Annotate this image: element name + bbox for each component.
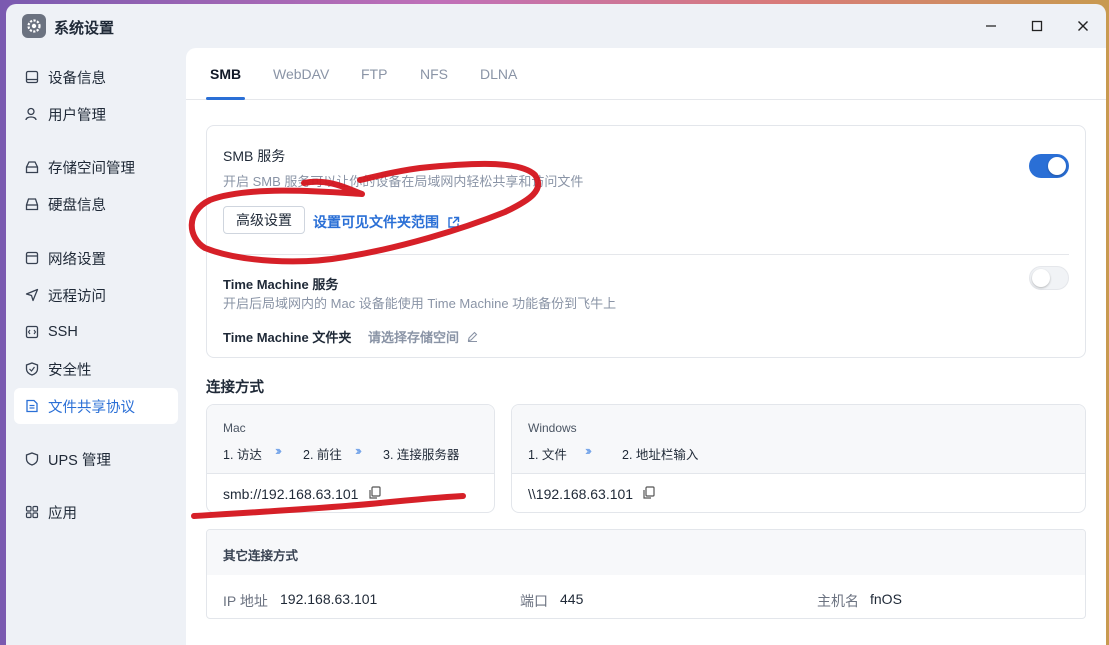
windows-connection-header: Windows 1. 文件 ››› 2. 地址栏输入 <box>512 405 1085 474</box>
mac-connection-header: Mac 1. 访达 ››› 2. 前往 ››› 3. 连接服务器 <box>207 405 494 474</box>
step-arrow-icon: ››› <box>585 443 592 458</box>
other-connection-header: 其它连接方式 <box>207 530 1085 575</box>
windows-step-1: 1. 文件 <box>528 448 567 462</box>
sidebar-item-file-sharing[interactable]: 文件共享协议 <box>14 388 178 424</box>
tab-smb[interactable]: SMB <box>210 66 241 82</box>
windows-connection-card: Windows 1. 文件 ››› 2. 地址栏输入 \\192.168.63.… <box>511 404 1086 513</box>
sidebar-item-ups[interactable]: UPS 管理 <box>14 441 178 477</box>
external-link-icon <box>447 216 460 229</box>
smb-service-card: SMB 服务 开启 SMB 服务可以让你的设备在局域网内轻松共享和访问文件 高级… <box>206 125 1086 358</box>
sidebar-item-label: 应用 <box>48 505 77 522</box>
settings-window: 系统设置 设备信息 用户管理 存储空间管理 硬盘信息 网络设置 远程访问 SSH… <box>6 4 1106 645</box>
file-icon <box>24 398 40 414</box>
tab-dlna[interactable]: DLNA <box>480 66 517 82</box>
mac-os-label: Mac <box>223 421 246 435</box>
time-machine-folder-placeholder: 请选择存储空间 <box>368 330 460 345</box>
edit-pencil-icon <box>467 331 478 342</box>
protocol-tabs: SMB WebDAV FTP NFS DLNA <box>186 48 1106 100</box>
sidebar-item-storage[interactable]: 存储空间管理 <box>14 149 178 185</box>
storage-icon <box>24 159 40 175</box>
sidebar-item-label: 远程访问 <box>48 288 106 305</box>
sidebar-item-ssh[interactable]: SSH <box>14 314 178 350</box>
visible-folder-scope-link[interactable]: 设置可见文件夹范围 <box>313 212 460 232</box>
maximize-button[interactable] <box>1027 16 1047 36</box>
tab-webdav[interactable]: WebDAV <box>273 66 329 82</box>
settings-gear-icon <box>22 14 46 38</box>
time-machine-toggle[interactable] <box>1029 266 1069 290</box>
time-machine-folder-label: Time Machine 文件夹 <box>223 330 352 345</box>
disk-icon <box>24 196 40 212</box>
sidebar: 设备信息 用户管理 存储空间管理 硬盘信息 网络设置 远程访问 SSH 安全性 <box>6 48 186 645</box>
port-value: 445 <box>560 591 584 607</box>
visible-folder-scope-label: 设置可见文件夹范围 <box>313 214 439 230</box>
tab-nfs[interactable]: NFS <box>420 66 448 82</box>
code-icon <box>24 324 40 340</box>
time-machine-desc: 开启后局域网内的 Mac 设备能使用 Time Machine 功能备份到飞牛上 <box>223 296 617 311</box>
step-arrow-icon: ››› <box>355 443 362 458</box>
time-machine-folder-select[interactable]: 请选择存储空间 <box>368 327 478 346</box>
sidebar-item-remote-access[interactable]: 远程访问 <box>14 277 178 313</box>
port-label: 端口 <box>520 593 548 609</box>
sidebar-item-disk-info[interactable]: 硬盘信息 <box>14 186 178 222</box>
windows-step-2: 2. 地址栏输入 <box>622 448 699 462</box>
copy-icon[interactable] <box>642 486 656 500</box>
sidebar-item-security[interactable]: 安全性 <box>14 351 178 387</box>
active-tab-indicator <box>206 97 245 100</box>
sidebar-item-label: 安全性 <box>48 362 92 379</box>
connection-section-title: 连接方式 <box>206 380 264 396</box>
sidebar-item-device-info[interactable]: 设备信息 <box>14 59 178 95</box>
sidebar-item-label: 网络设置 <box>48 251 106 268</box>
copy-icon[interactable] <box>368 486 382 500</box>
step-arrow-icon: ››› <box>275 443 282 458</box>
mac-step-2: 2. 前往 <box>303 448 342 462</box>
sidebar-item-user-management[interactable]: 用户管理 <box>14 96 178 132</box>
sidebar-item-label: 存储空间管理 <box>48 160 135 177</box>
smb-service-desc: 开启 SMB 服务可以让你的设备在局域网内轻松共享和访问文件 <box>223 174 584 189</box>
close-button[interactable] <box>1073 16 1093 36</box>
mac-connection-card: Mac 1. 访达 ››› 2. 前往 ››› 3. 连接服务器 smb://1… <box>206 404 495 513</box>
minimize-button[interactable] <box>981 16 1001 36</box>
toggle-knob <box>1048 157 1066 175</box>
hostname-value: fnOS <box>870 591 902 607</box>
main-panel: SMB WebDAV FTP NFS DLNA SMB 服务 开启 SMB 服务… <box>186 48 1106 645</box>
network-icon <box>24 250 40 266</box>
sidebar-item-label: 用户管理 <box>48 107 106 124</box>
mac-step-3: 3. 连接服务器 <box>383 448 460 462</box>
advanced-settings-button[interactable]: 高级设置 <box>223 206 305 234</box>
shield-icon <box>24 451 40 467</box>
sidebar-item-label: UPS 管理 <box>48 452 111 469</box>
sidebar-item-label: 设备信息 <box>48 70 106 87</box>
divider <box>223 254 1069 255</box>
window-title: 系统设置 <box>54 20 115 37</box>
shield-check-icon <box>24 361 40 377</box>
other-connection-card: 其它连接方式 IP 地址 192.168.63.101 端口 445 主机名 f… <box>206 529 1086 619</box>
mac-step-1: 1. 访达 <box>223 448 262 462</box>
other-connection-title: 其它连接方式 <box>223 549 299 563</box>
sidebar-item-label: 硬盘信息 <box>48 197 106 214</box>
apps-icon <box>24 504 40 520</box>
send-icon <box>24 287 40 303</box>
tab-ftp[interactable]: FTP <box>361 66 387 82</box>
ip-address-label: IP 地址 <box>223 593 268 609</box>
windows-os-label: Windows <box>528 421 577 435</box>
mac-smb-address: smb://192.168.63.101 <box>223 486 359 502</box>
device-icon <box>24 69 40 85</box>
user-icon <box>24 106 40 122</box>
sidebar-item-network[interactable]: 网络设置 <box>14 240 178 276</box>
title-bar: 系统设置 <box>6 4 1106 48</box>
sidebar-item-label: SSH <box>48 324 78 340</box>
time-machine-title: Time Machine 服务 <box>223 277 339 292</box>
ip-address-value: 192.168.63.101 <box>280 591 378 607</box>
sidebar-item-label: 文件共享协议 <box>48 399 135 416</box>
toggle-knob <box>1032 269 1050 287</box>
windows-smb-address: \\192.168.63.101 <box>528 486 634 502</box>
hostname-label: 主机名 <box>817 593 859 609</box>
smb-service-title: SMB 服务 <box>223 148 286 164</box>
sidebar-item-apps[interactable]: 应用 <box>14 494 178 530</box>
smb-service-toggle[interactable] <box>1029 154 1069 178</box>
